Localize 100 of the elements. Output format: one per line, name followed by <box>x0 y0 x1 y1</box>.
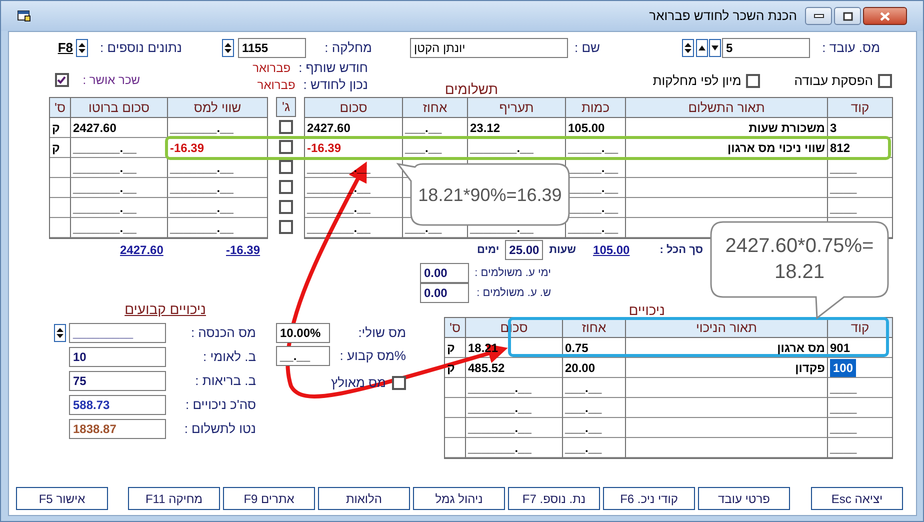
action-button[interactable]: מחיקה F11 <box>128 487 220 510</box>
close-button[interactable] <box>863 7 907 25</box>
table-cell: שווי ניכוי מס ארגון <box>625 138 827 158</box>
table-cell: _______.__ <box>70 198 167 218</box>
action-button[interactable]: נת. נוספ. F7 <box>508 487 600 510</box>
field-label: שם : <box>573 39 600 58</box>
field-label: מס שולי: <box>357 324 406 342</box>
field-label: ש. ע. משולמים : <box>476 286 551 301</box>
table-cell[interactable]: ____ <box>830 438 857 456</box>
action-button[interactable]: אישור F5 <box>16 487 108 510</box>
maximize-button[interactable] <box>834 7 861 25</box>
action-button[interactable]: הלואות <box>318 487 410 510</box>
input-field[interactable]: 0.00 <box>420 283 469 303</box>
hours-total: 105.00 <box>593 242 630 259</box>
table-cell: ____ <box>827 158 892 178</box>
up-down-arrows-icon <box>56 327 64 339</box>
table-cell[interactable]: 100 <box>830 358 856 376</box>
checkbox[interactable] <box>279 200 293 214</box>
table-cell: 812 <box>827 138 892 158</box>
input-field[interactable]: 10.00% <box>276 323 330 343</box>
checkbox[interactable] <box>54 73 69 87</box>
table-cell: ___.__ <box>562 378 625 398</box>
action-button[interactable]: פרטי עובד <box>698 487 790 510</box>
input-field[interactable]: 1155 <box>238 38 306 58</box>
checkbox[interactable] <box>279 120 293 134</box>
field-label: סה'כ ניכויים : <box>184 396 256 414</box>
column-header: סכום <box>305 98 402 118</box>
table-cell[interactable]: ____ <box>830 378 857 396</box>
table-cell: ק <box>445 338 465 358</box>
action-button[interactable]: יציאה Esc <box>811 487 903 510</box>
minimize-button[interactable] <box>805 7 832 25</box>
input-field[interactable]: 75 <box>69 371 166 391</box>
field-label: חודש שותף : <box>298 58 368 77</box>
table-cell: ____ <box>827 198 892 218</box>
input-field[interactable]: 0.00 <box>420 263 469 283</box>
up-down-arrows-icon <box>684 42 692 54</box>
field-label: שכר אושר : <box>82 72 140 89</box>
checkbox[interactable] <box>279 160 293 174</box>
table-cell: _______.__ <box>167 158 267 178</box>
field-label: שעות <box>549 242 576 258</box>
checkbox[interactable] <box>279 140 293 154</box>
checkbox[interactable] <box>746 74 760 88</box>
input-field[interactable]: 5 <box>722 38 810 58</box>
table-cell: _______.__ <box>467 138 565 158</box>
checkbox[interactable] <box>392 376 406 390</box>
table-cell[interactable]: 901 <box>830 338 850 356</box>
nav-button[interactable] <box>709 39 721 57</box>
input-field[interactable]: 588.73 <box>69 395 166 415</box>
table-cell: _______.__ <box>305 198 402 218</box>
action-button[interactable]: אתרים F9 <box>223 487 315 510</box>
input-field[interactable]: 1838.87 <box>69 419 166 439</box>
table-cell: ___.__ <box>562 438 625 458</box>
checkbox[interactable] <box>279 180 293 194</box>
table-cell: 485.52 <box>465 358 562 378</box>
table-cell: ק <box>50 138 70 158</box>
table-cell: _______.__ <box>167 218 267 238</box>
app-icon <box>17 10 31 22</box>
table-cell: 23.12 <box>467 118 565 138</box>
spinner-button[interactable] <box>682 39 694 57</box>
input-field[interactable]: יונתן הקטן <box>410 38 568 58</box>
input-field[interactable]: _________ <box>69 323 166 343</box>
nav-button[interactable] <box>696 39 708 57</box>
action-button[interactable]: קודי ניכ. F6 <box>603 487 695 510</box>
total-label: סך הכל : <box>660 242 703 258</box>
field-label: נתונים נוספים : <box>100 39 182 58</box>
table-cell: 0.75 <box>562 338 625 358</box>
field-label: ב. בריאות : <box>194 372 256 390</box>
table-cell: מס ארגון <box>625 338 827 358</box>
month-value: פברואר <box>257 76 296 94</box>
shortcut-key[interactable]: F8 <box>58 38 73 58</box>
table-cell[interactable]: ____ <box>830 398 857 416</box>
minimize-icon <box>814 14 824 18</box>
callout-text: 18.21*90%=16.39 <box>418 184 562 206</box>
checkbox[interactable] <box>878 74 892 88</box>
table-cell: -16.39 <box>167 138 267 158</box>
checkbox-label: הפסקת עבודה <box>794 72 873 90</box>
table-cell: ___.__ <box>402 118 467 138</box>
input-field[interactable]: 10 <box>69 347 166 367</box>
column-header: תעריף <box>467 98 565 118</box>
input-field[interactable]: 25.00 <box>505 240 544 260</box>
table-cell: _______.__ <box>70 158 167 178</box>
spinner-button[interactable] <box>54 324 66 342</box>
up-down-arrows-icon <box>78 42 86 54</box>
restore-icon <box>842 12 852 20</box>
spinner-button[interactable] <box>222 39 234 57</box>
table-cell: ___.__ <box>562 418 625 438</box>
column-header: תאור התשלום <box>625 98 827 118</box>
input-field[interactable]: __.__ <box>276 346 330 366</box>
action-button[interactable]: ניהול גמל <box>413 487 505 510</box>
column-header: ס' <box>50 98 70 118</box>
table-cell[interactable]: ____ <box>830 418 857 436</box>
month-value: פברואר <box>252 60 291 76</box>
checkbox-label: מיון לפי מחלקות <box>652 72 742 90</box>
checkbox[interactable] <box>279 220 293 234</box>
field-label: ב. לאומי : <box>202 348 256 366</box>
table-cell: _______.__ <box>465 378 562 398</box>
table-cell: _______.__ <box>465 418 562 438</box>
column-header: סכום ברוטו <box>70 98 167 118</box>
table-cell: _______.__ <box>305 218 402 238</box>
spinner-button[interactable] <box>76 39 88 57</box>
